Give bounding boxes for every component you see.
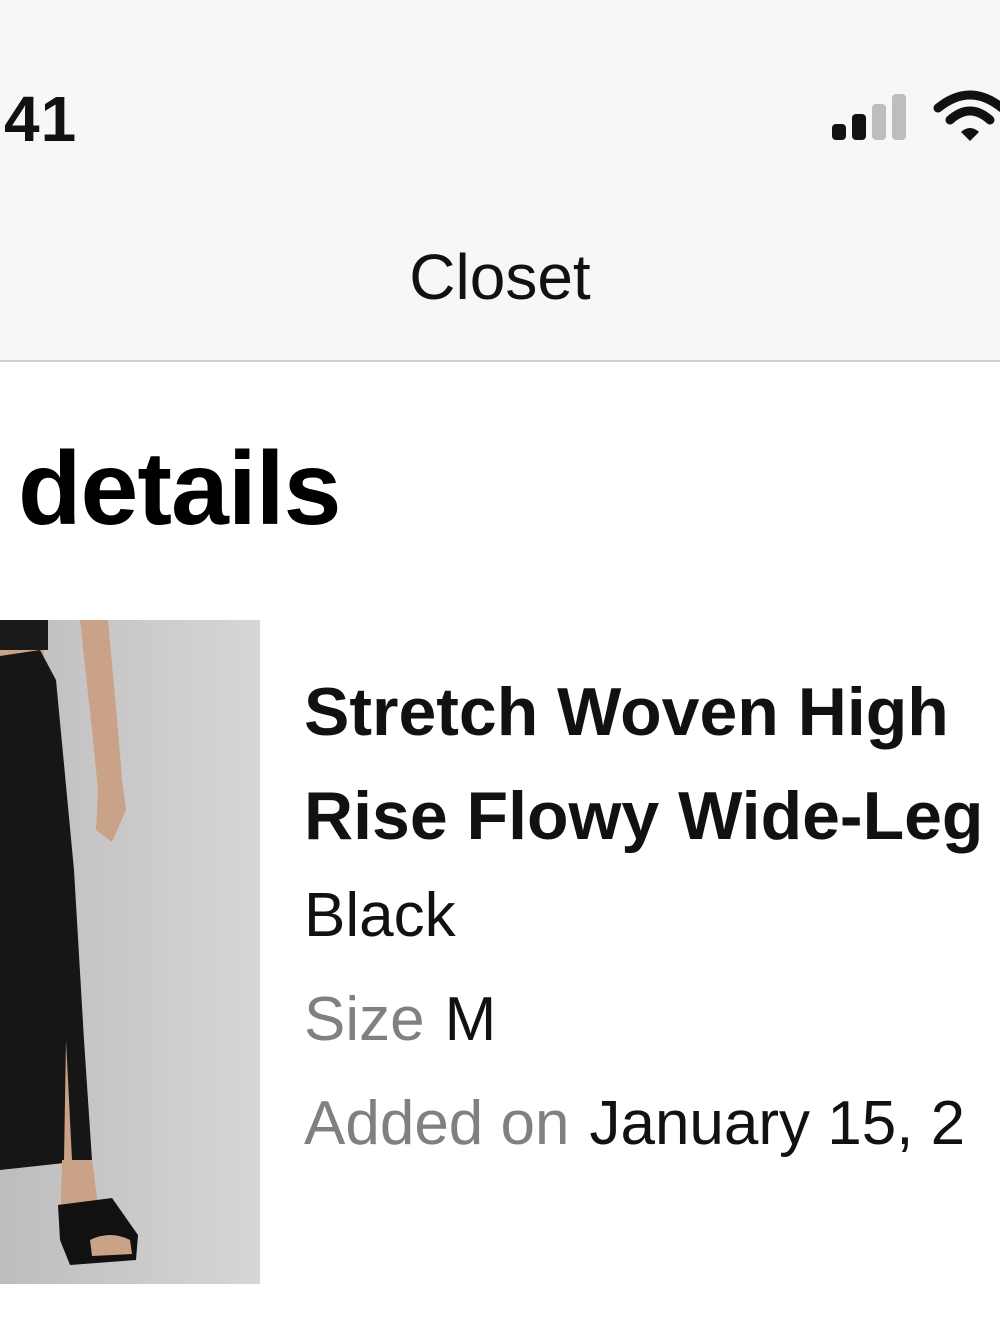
product-name[interactable]: Stretch Woven High Rise Flowy Wide-Leg bbox=[304, 660, 1000, 868]
status-time: 41 bbox=[4, 83, 78, 155]
product-photo[interactable] bbox=[0, 620, 260, 1284]
added-label: Added on bbox=[304, 1089, 570, 1158]
product-name-line-1: Stretch Woven High bbox=[304, 674, 949, 750]
nav-title: Closet bbox=[409, 241, 591, 313]
cellular-signal-icon bbox=[832, 92, 912, 140]
wifi-icon bbox=[933, 90, 1000, 141]
section-title: details bbox=[18, 431, 341, 547]
product-color: Black bbox=[304, 881, 456, 950]
closet-details-screen: 41 Closet details Stretch Woven High Ris… bbox=[0, 0, 1000, 1333]
top-bar: 41 Closet bbox=[0, 0, 1000, 362]
product-added-date: Added on January 15, 2 bbox=[304, 1088, 965, 1159]
added-value: January 15, 2 bbox=[589, 1089, 966, 1158]
product-name-line-2: Rise Flowy Wide-Leg bbox=[304, 778, 984, 854]
size-label: Size bbox=[304, 985, 425, 1054]
product-photo-illustration bbox=[0, 620, 260, 1284]
size-value: M bbox=[444, 985, 497, 1054]
product-size: Size M bbox=[304, 984, 496, 1055]
